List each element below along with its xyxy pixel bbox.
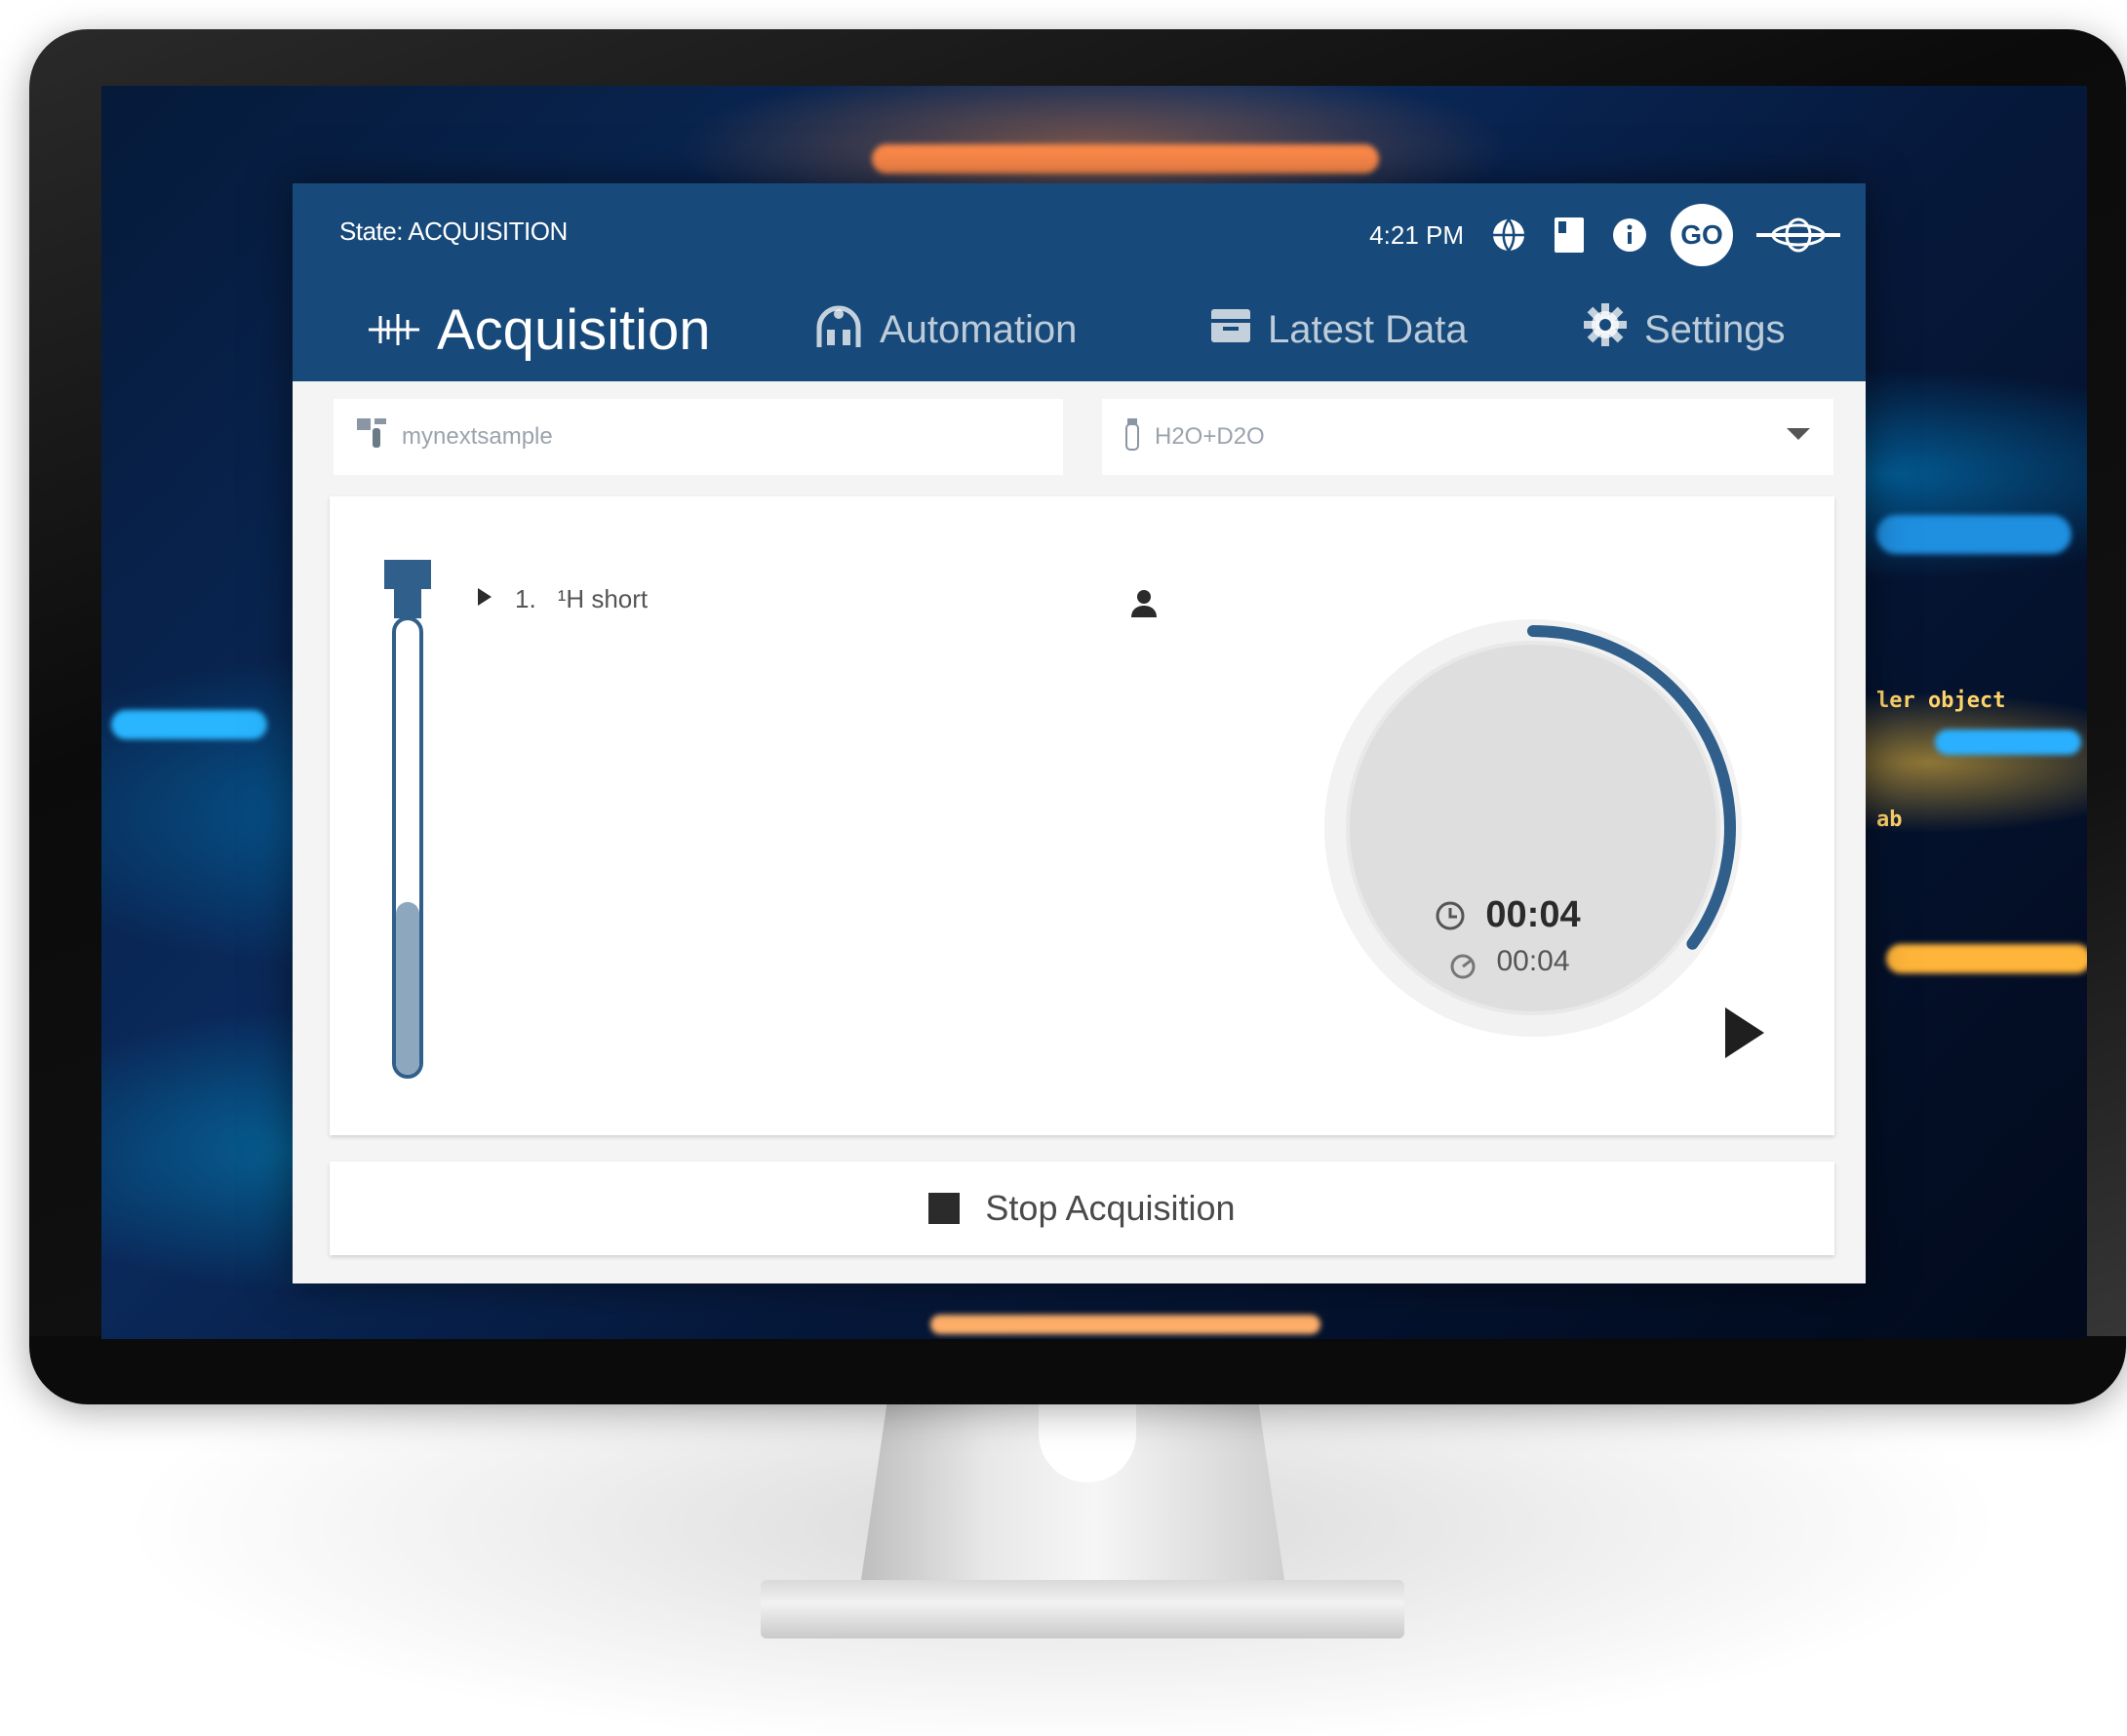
elapsed-time: 00:04: [1485, 894, 1581, 935]
tab-label: Latest Data: [1268, 307, 1468, 351]
status-bar: 4:21 PM GO: [1369, 203, 1842, 267]
app-window: State: ACQUISITION 4:21 PM GO Acquisitio…: [293, 183, 1866, 1283]
vial-icon: [1123, 416, 1141, 458]
background-glow: [1876, 515, 2071, 554]
experiment-name: ¹H short: [557, 584, 649, 613]
background-code-text: ab: [1876, 808, 1903, 832]
globe-icon[interactable]: [1489, 216, 1528, 255]
play-button[interactable]: [1719, 1004, 1768, 1067]
sample-name-input[interactable]: mynextsample: [334, 399, 1063, 475]
solvent-select[interactable]: H2O+D2O: [1102, 399, 1833, 475]
chevron-down-icon[interactable]: [1785, 423, 1812, 451]
background-code-text: ler object: [1876, 689, 2006, 713]
stop-acquisition-button[interactable]: Stop Acquisition: [330, 1162, 1834, 1255]
total-time: 00:04: [1496, 945, 1570, 977]
app-header: State: ACQUISITION 4:21 PM GO Acquisitio…: [293, 183, 1866, 381]
sample-icon: [355, 416, 388, 458]
background-glow: [930, 1315, 1320, 1334]
experiment-index: 1.: [515, 584, 536, 613]
sample-name-placeholder: mynextsample: [402, 423, 553, 450]
tab-latest-data[interactable]: Latest Data: [1209, 281, 1468, 378]
info-icon[interactable]: [1610, 216, 1649, 255]
background-glow: [111, 710, 267, 739]
tab-bar: Acquisition Automation Latest Data Setti…: [293, 281, 1866, 378]
tube-liquid-level: [396, 901, 419, 1075]
tab-acquisition[interactable]: Acquisition: [367, 281, 710, 378]
experiment-list-item[interactable]: 1. ¹H short: [476, 584, 648, 614]
monitor-chin: [29, 1336, 2126, 1404]
monitor-stand-base: [761, 1580, 1404, 1638]
tab-label: Settings: [1644, 307, 1786, 351]
notebook-icon[interactable]: [1550, 216, 1589, 255]
stop-label: Stop Acquisition: [985, 1188, 1236, 1228]
background-glow: [872, 144, 1379, 174]
spectrometer-icon: [1754, 216, 1842, 255]
tab-settings[interactable]: Settings: [1582, 281, 1786, 378]
background-glow: [1886, 944, 2087, 973]
tab-label: Acquisition: [437, 297, 711, 362]
sample-tube-indicator: [380, 560, 439, 1111]
data-icon: [1209, 303, 1252, 356]
automation-icon: [813, 300, 864, 359]
play-small-icon[interactable]: [476, 584, 493, 614]
gear-icon: [1582, 301, 1629, 358]
tab-automation[interactable]: Automation: [813, 281, 1077, 378]
tab-label: Automation: [880, 307, 1078, 351]
user-avatar[interactable]: GO: [1671, 204, 1733, 266]
clock: 4:21 PM: [1369, 219, 1464, 250]
acquisition-panel: 1. ¹H short 00:04 00:04: [330, 496, 1834, 1135]
acquisition-timer: 00:04 00:04: [1309, 604, 1757, 1052]
person-icon: [1129, 588, 1159, 624]
stop-icon: [928, 1193, 961, 1224]
background-glow: [1935, 730, 2081, 755]
solvent-placeholder: H2O+D2O: [1155, 423, 1265, 450]
acquisition-icon: [367, 297, 421, 363]
main-content: mynextsample H2O+D2O 1. ¹H short 00:04 0…: [293, 381, 1866, 1283]
state-label: State: ACQUISITION: [339, 217, 568, 246]
